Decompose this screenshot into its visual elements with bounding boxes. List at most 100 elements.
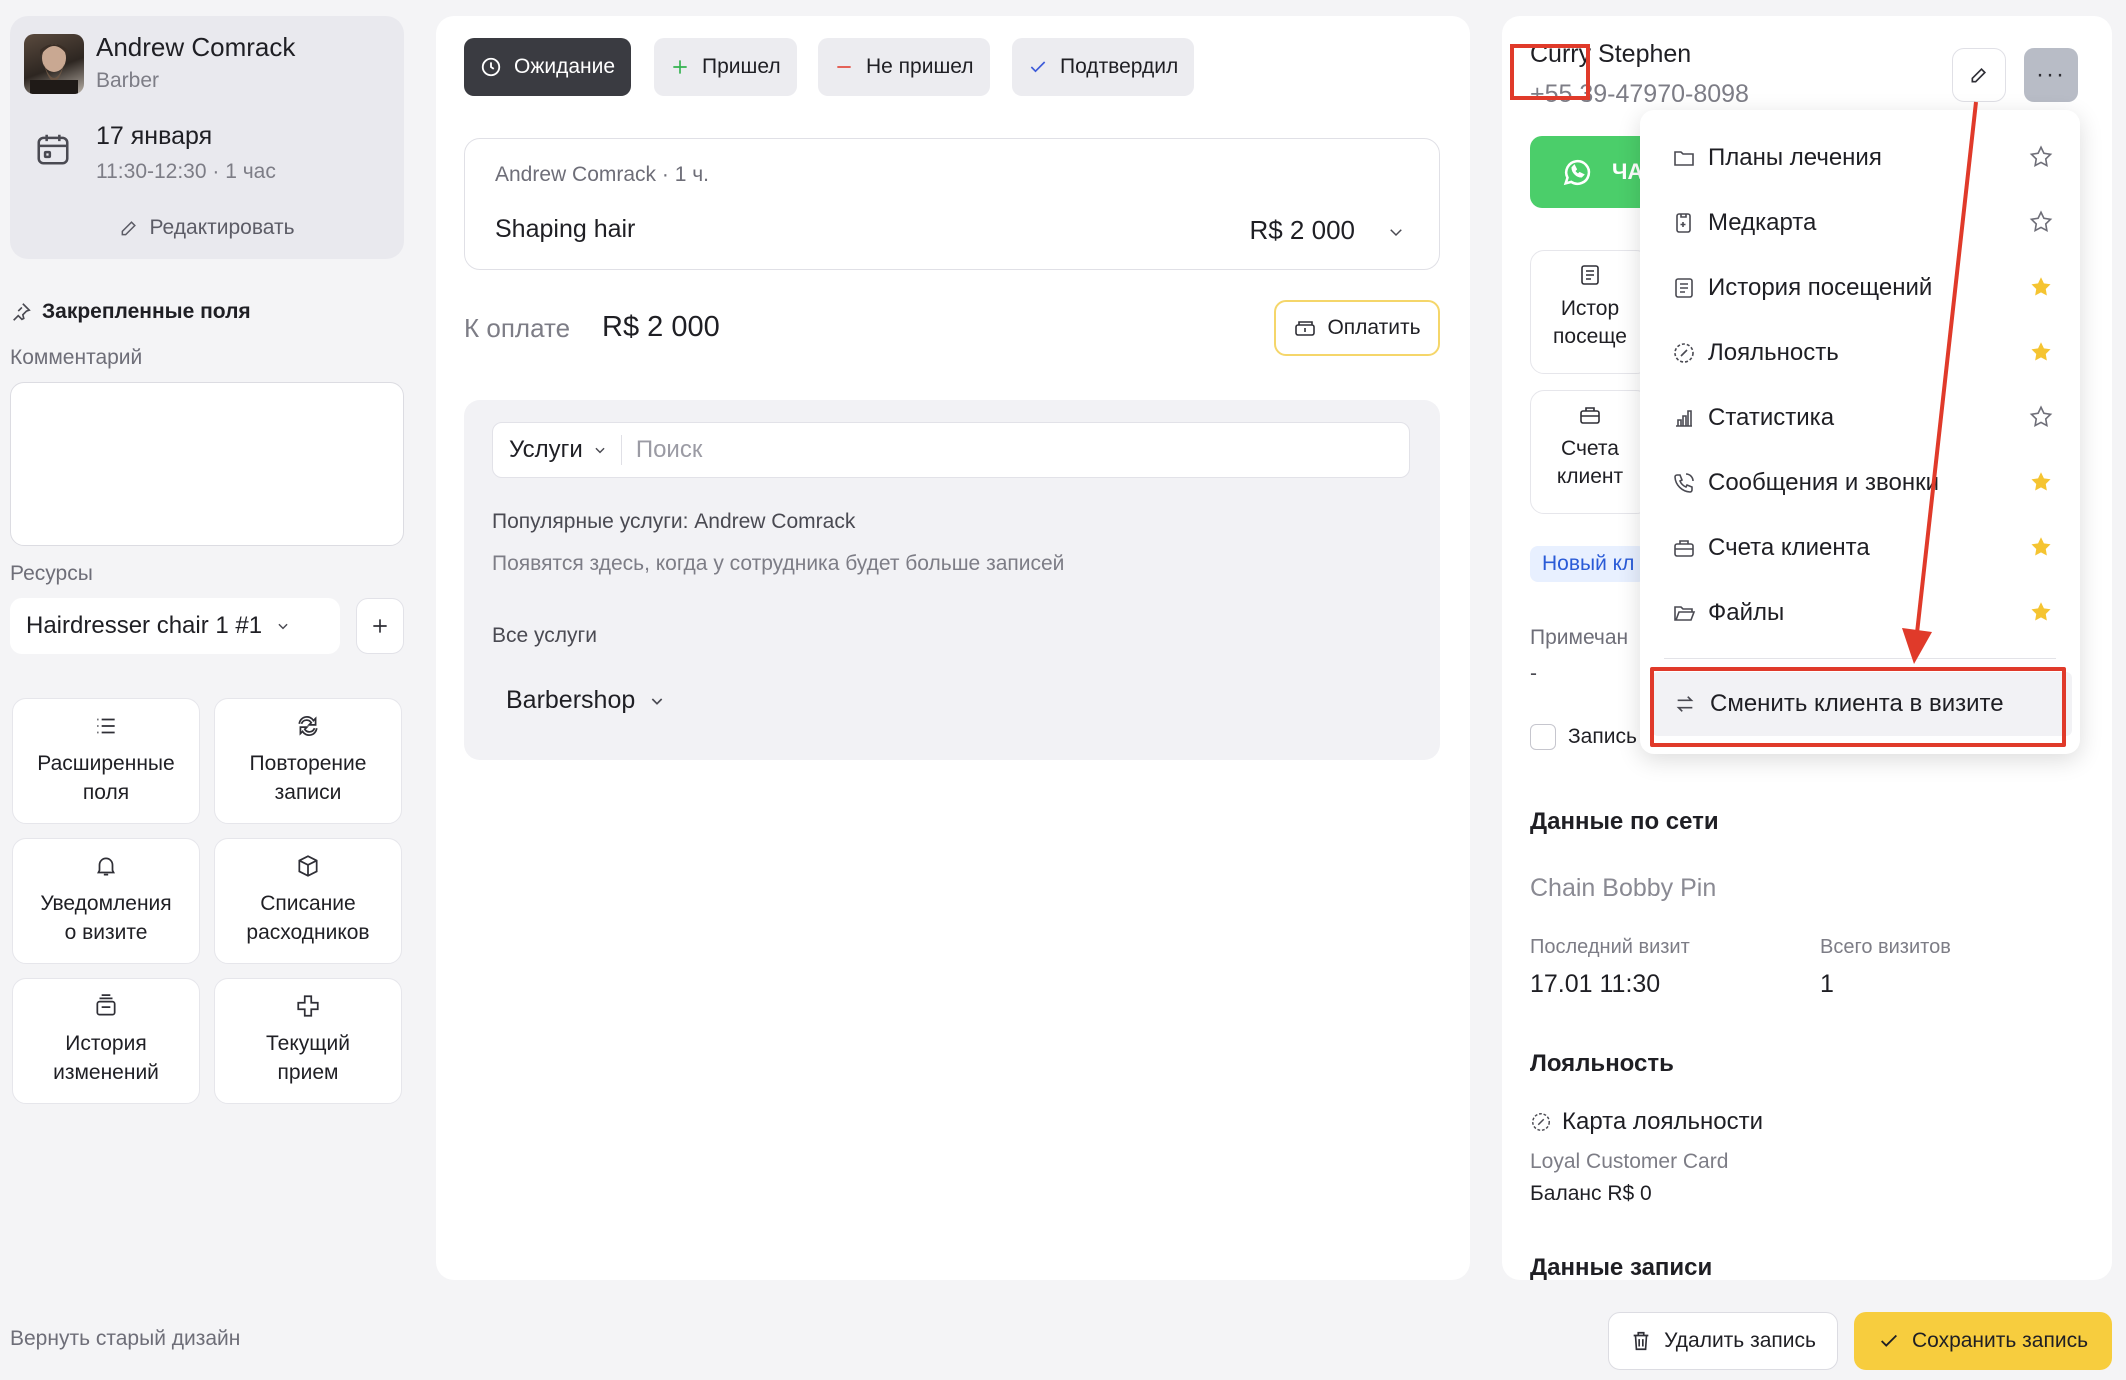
- menu-divider: [1664, 658, 2056, 659]
- service-search-row[interactable]: Услуги Поиск: [492, 422, 1410, 478]
- service-card[interactable]: Andrew Comrack · 1 ч. Shaping hair R$ 2 …: [464, 138, 1440, 270]
- delete-record-button[interactable]: Удалить запись: [1608, 1312, 1838, 1370]
- minus-icon: [834, 57, 854, 77]
- tile-label: Расширенные поля: [37, 752, 175, 804]
- pay-button[interactable]: Оплатить: [1274, 300, 1440, 356]
- star-filled-icon[interactable]: [2028, 339, 2054, 365]
- menu-item-label: Лояльность: [1708, 339, 1839, 366]
- resource-select[interactable]: Hairdresser chair 1 #1: [10, 598, 340, 654]
- appointment-date: 17 января: [96, 122, 213, 150]
- box-icon: [295, 853, 321, 879]
- loyalty-card-name: Loyal Customer Card: [1530, 1150, 1729, 1173]
- loyalty-card-row[interactable]: Карта лояльности: [1530, 1108, 1763, 1136]
- edit-client-button[interactable]: [1952, 48, 2006, 102]
- check-icon: [1878, 1330, 1900, 1352]
- chevron-down-icon: [649, 693, 665, 709]
- list-icon: [93, 713, 119, 739]
- new-client-badge: Новый кл: [1530, 546, 1647, 582]
- edit-appointment-link[interactable]: Редактировать: [10, 216, 404, 240]
- menu-item-visit-history[interactable]: История посещений: [1672, 266, 2062, 310]
- delete-label: Удалить запись: [1664, 1329, 1816, 1352]
- status-label: Подтвердил: [1060, 55, 1179, 78]
- star-outline-icon[interactable]: [2028, 209, 2054, 235]
- more-icon: ···: [2036, 61, 2066, 88]
- note-value: -: [1530, 662, 1537, 685]
- more-options-button[interactable]: ···: [2024, 48, 2078, 102]
- to-pay-amount: R$ 2 000: [602, 311, 720, 343]
- pay-label: Оплатить: [1327, 316, 1421, 339]
- tile-label: Текущий прием: [266, 1032, 350, 1084]
- last-visit-label: Последний визит: [1530, 936, 1690, 958]
- menu-item-medcard[interactable]: Медкарта: [1672, 201, 2062, 245]
- status-waiting-button[interactable]: Ожидание: [464, 38, 632, 96]
- chevron-down-icon[interactable]: [1387, 223, 1405, 241]
- search-input[interactable]: Поиск: [636, 436, 703, 464]
- pencil-icon: [119, 218, 139, 238]
- chevron-down-icon: [276, 619, 290, 633]
- star-filled-icon[interactable]: [2028, 599, 2054, 625]
- tile-current-appointment[interactable]: Текущий прием: [214, 978, 402, 1104]
- status-confirmed-button[interactable]: Подтвердил: [1012, 38, 1195, 96]
- folder-icon: [1672, 146, 1696, 170]
- tile-label: Счета клиент: [1556, 437, 1624, 488]
- employee-name: Andrew Comrack: [96, 32, 296, 62]
- star-outline-icon[interactable]: [2028, 144, 2054, 170]
- tile-consumables[interactable]: Списание расходников: [214, 838, 402, 964]
- star-filled-icon[interactable]: [2028, 469, 2054, 495]
- service-meta: Andrew Comrack · 1 ч.: [495, 163, 709, 186]
- menu-item-loyalty[interactable]: Лояльность: [1672, 331, 2062, 375]
- whatsapp-label: ЧА: [1612, 159, 1644, 184]
- total-visits-value: 1: [1820, 970, 1834, 998]
- chevron-down-icon: [593, 443, 607, 457]
- employee-card: Andrew Comrack Barber 17 января 11:30-12…: [10, 16, 404, 259]
- to-pay-label: К оплате: [464, 313, 571, 343]
- loyalty-balance: Баланс R$ 0: [1530, 1182, 1652, 1205]
- repeat-icon: [295, 713, 321, 739]
- pinned-label: Закрепленные поля: [42, 300, 251, 323]
- star-filled-icon[interactable]: [2028, 534, 2054, 560]
- checkbox[interactable]: [1530, 724, 1556, 750]
- category-barbershop[interactable]: Barbershop: [506, 686, 665, 715]
- note-label: Примечан: [1530, 626, 1629, 649]
- star-outline-icon[interactable]: [2028, 404, 2054, 430]
- tile-visit-notifications[interactable]: Уведомления о визите: [12, 838, 200, 964]
- medcard-icon: [1672, 211, 1696, 235]
- menu-item-messages-calls[interactable]: Сообщения и звонки: [1672, 461, 2062, 505]
- category-label: Barbershop: [506, 686, 636, 714]
- services-dropdown[interactable]: Услуги: [509, 436, 583, 464]
- trash-icon: [1630, 1330, 1652, 1352]
- history-list-icon: [1672, 276, 1696, 300]
- comment-label: Комментарий: [10, 346, 143, 369]
- status-label: Ожидание: [514, 55, 616, 78]
- service-name: Shaping hair: [495, 215, 636, 243]
- status-label: Не пришел: [866, 55, 974, 78]
- menu-item-label: Счета клиента: [1708, 534, 1870, 561]
- old-design-link[interactable]: Вернуть старый дизайн: [10, 1327, 240, 1351]
- comment-input[interactable]: [10, 382, 404, 546]
- add-resource-button[interactable]: [356, 598, 404, 654]
- edit-label: Редактировать: [149, 216, 295, 239]
- tile-change-history[interactable]: История изменений: [12, 978, 200, 1104]
- menu-item-statistics[interactable]: Статистика: [1672, 396, 2062, 440]
- record-checkbox[interactable]: Запись: [1530, 724, 1637, 750]
- status-arrived-button[interactable]: Пришел: [654, 38, 797, 96]
- tile-extended-fields[interactable]: Расширенные поля: [12, 698, 200, 824]
- clock-icon: [480, 56, 502, 78]
- tile-visit-history[interactable]: Истор посеще: [1530, 250, 1650, 374]
- menu-item-treatment-plans[interactable]: Планы лечения: [1672, 136, 2062, 180]
- tile-repeat-records[interactable]: Повторение записи: [214, 698, 402, 824]
- tile-client-accounts[interactable]: Счета клиент: [1530, 390, 1650, 514]
- menu-item-files[interactable]: Файлы: [1672, 591, 2062, 635]
- star-filled-icon[interactable]: [2028, 274, 2054, 300]
- total-visits-label: Всего визитов: [1820, 936, 1951, 958]
- resources-label: Ресурсы: [10, 562, 93, 585]
- save-record-button[interactable]: Сохранить запись: [1854, 1312, 2112, 1370]
- status-no-show-button[interactable]: Не пришел: [818, 38, 990, 96]
- folder-open-icon: [1672, 601, 1696, 625]
- checkbox-label: Запись: [1568, 725, 1637, 748]
- menu-item-client-accounts[interactable]: Счета клиента: [1672, 526, 2062, 570]
- services-box: Услуги Поиск Популярные услуги: Andrew C…: [464, 400, 1440, 760]
- menu-item-label: Планы лечения: [1708, 144, 1882, 171]
- plus-icon: [370, 616, 390, 636]
- stats-icon: [1672, 406, 1696, 430]
